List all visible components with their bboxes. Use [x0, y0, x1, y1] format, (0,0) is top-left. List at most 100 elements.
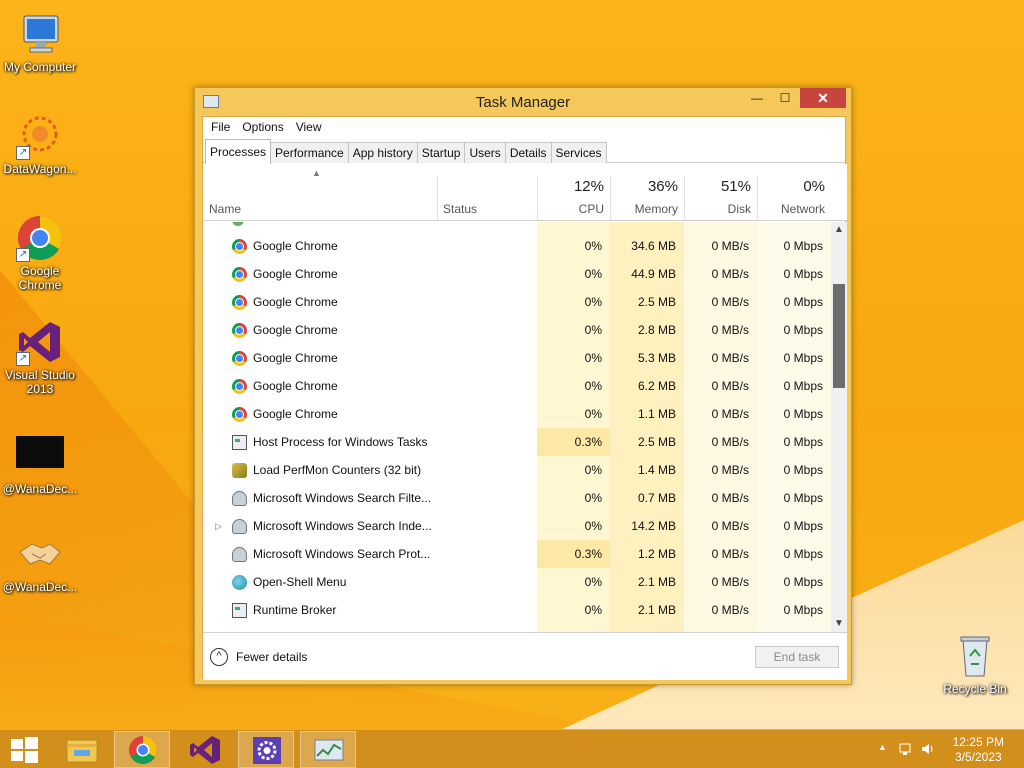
process-row[interactable]: Google Chrome 0% 2.5 MB 0 MB/s 0 Mbps — [203, 288, 831, 316]
tab-users[interactable]: Users — [464, 142, 506, 163]
memory-value: 5.3 MB — [637, 351, 676, 365]
process-row[interactable]: Microsoft Windows Search Filte... 0% 0.7 M… — [203, 484, 831, 512]
taskbar-visual-studio[interactable] — [176, 731, 232, 768]
process-list: Google Chrome 0% 34.6 MB 0 MB/s 0 Mbps Google… — [203, 222, 831, 632]
desktop-icon-recycle-bin[interactable]: Recycle Bin — [935, 632, 1015, 696]
process-row[interactable]: Google Chrome 0% 44.9 MB 0 MB/s 0 Mbps — [203, 260, 831, 288]
desktop-icon-label: My Computer — [3, 60, 77, 74]
desktop-icon-label: Google Chrome — [18, 264, 62, 292]
process-row[interactable]: Google Chrome 0% 6.2 MB 0 MB/s 0 Mbps — [203, 372, 831, 400]
scroll-up-arrow-icon[interactable]: ▲ — [831, 222, 847, 238]
volume-icon[interactable] — [920, 741, 936, 757]
taskbar-file-explorer[interactable] — [54, 731, 110, 768]
memory-value: 2.5 MB — [637, 295, 676, 309]
scroll-down-arrow-icon[interactable]: ▼ — [831, 616, 847, 632]
recycle-bin-icon — [951, 632, 999, 680]
tab-performance[interactable]: Performance — [270, 142, 349, 163]
fewer-details-link[interactable]: Fewer details — [236, 650, 307, 664]
process-name: Open-Shell Menu — [253, 575, 347, 589]
memory-value: 2.8 MB — [637, 323, 676, 337]
cpu-value: 0% — [584, 463, 602, 477]
desktop-icon-label: @WanaDec... — [2, 580, 78, 594]
desktop-icon-wanadec-1[interactable]: @WanaDec... — [0, 432, 80, 496]
process-row[interactable]: Open-Shell Menu 0% 2.1 MB 0 MB/s 0 Mbps — [203, 568, 831, 596]
chrome-icon: ↗ — [16, 214, 64, 262]
process-name: Microsoft Windows Search Prot... — [253, 547, 431, 561]
column-header-status[interactable]: Status — [437, 164, 537, 221]
process-row[interactable]: Google Chrome 0% 2.8 MB 0 MB/s 0 Mbps — [203, 316, 831, 344]
search-service-icon — [232, 519, 247, 534]
scrollbar-thumb[interactable] — [833, 284, 845, 388]
minimize-button[interactable]: — — [743, 88, 771, 108]
menu-options[interactable]: Options — [236, 117, 289, 139]
close-button[interactable]: ✕ — [800, 88, 846, 108]
network-icon[interactable] — [898, 741, 914, 757]
disk-value: 0 MB/s — [711, 323, 749, 337]
tab-services[interactable]: Services — [550, 142, 607, 163]
windows-logo-icon — [11, 737, 38, 763]
taskbar-task-manager[interactable] — [300, 731, 356, 768]
taskbar-chrome[interactable] — [114, 731, 170, 768]
shortcut-arrow-icon: ↗ — [16, 248, 30, 262]
desktop-icon-label: DataWagon... — [3, 162, 77, 176]
disk-value: 0 MB/s — [711, 463, 749, 477]
column-header-disk[interactable]: 51% Disk — [684, 164, 757, 221]
process-row[interactable]: Microsoft Windows Search Prot... 0.3% 1.2 … — [203, 540, 831, 568]
title-bar[interactable]: Task Manager — ☐ ✕ — [195, 88, 851, 116]
tab-startup[interactable]: Startup — [416, 142, 466, 163]
process-row[interactable]: Runtime Broker 0% 2.1 MB 0 MB/s 0 Mbps — [203, 596, 831, 624]
tab-details[interactable]: Details — [504, 142, 552, 163]
visual-studio-icon: ↗ — [16, 318, 64, 366]
process-name: Host Process for Windows Tasks — [253, 435, 428, 449]
process-row[interactable]: Google Chrome 0% 1.1 MB 0 MB/s 0 Mbps — [203, 400, 831, 428]
tab-app-history[interactable]: App history — [347, 142, 418, 163]
desktop-icon-my-computer[interactable]: My Computer — [0, 10, 80, 74]
menu-file[interactable]: File — [205, 117, 236, 139]
column-header-cpu[interactable]: 12% CPU — [537, 164, 610, 221]
visual-studio-icon — [190, 736, 220, 764]
menu-view[interactable]: View — [290, 117, 328, 139]
expand-arrow-icon[interactable]: ▷ — [215, 512, 222, 540]
memory-value: 14.2 MB — [631, 519, 676, 533]
desktop-icon-chrome[interactable]: ↗ Google Chrome — [0, 214, 80, 292]
chrome-icon — [232, 351, 247, 366]
tab-processes[interactable]: Processes — [205, 139, 272, 164]
cpu-value: 0.3% — [574, 547, 602, 561]
menu-bar: File Options View — [203, 117, 845, 139]
cpu-value: 0.3% — [574, 435, 602, 449]
desktop-icon-visual-studio[interactable]: ↗ Visual Studio 2013 — [0, 318, 80, 396]
process-row[interactable]: ▷ Microsoft Windows Search Inde... 0% 14.2 … — [203, 512, 831, 540]
process-name: Microsoft Windows Search Filte... — [253, 491, 432, 505]
network-value: 0 Mbps — [783, 603, 823, 617]
network-value: 0 Mbps — [783, 267, 823, 281]
black-window-icon — [16, 432, 64, 480]
process-name: Load PerfMon Counters (32 bit) — [253, 463, 422, 477]
process-row[interactable]: Google Chrome 0% 34.6 MB 0 MB/s 0 Mbps — [203, 232, 831, 260]
column-header-network[interactable]: 0% Network — [757, 164, 831, 221]
network-value: 0 Mbps — [783, 351, 823, 365]
chevron-up-icon[interactable]: ^ — [210, 648, 228, 666]
process-row[interactable]: Load PerfMon Counters (32 bit) 0% 1.4 MB 0 … — [203, 456, 831, 484]
start-button[interactable] — [0, 731, 48, 768]
clock[interactable]: 12:25 PM 3/5/2023 — [953, 735, 1004, 765]
column-header-memory[interactable]: 36% Memory — [610, 164, 684, 221]
column-header-name[interactable]: Name — [203, 164, 437, 221]
disk-value: 0 MB/s — [711, 267, 749, 281]
cpu-value: 0% — [584, 239, 602, 253]
taskbar-settings[interactable] — [238, 731, 294, 768]
cpu-value: 0% — [584, 379, 602, 393]
desktop-icon-wanadec-2[interactable]: @WanaDec... — [0, 530, 80, 594]
chrome-icon — [232, 239, 247, 254]
process-row[interactable]: Google Chrome 0% 5.3 MB 0 MB/s 0 Mbps — [203, 344, 831, 372]
maximize-button[interactable]: ☐ — [771, 88, 799, 108]
end-task-button[interactable]: End task — [755, 646, 839, 668]
vertical-scrollbar[interactable]: ▲ ▼ — [831, 222, 847, 632]
desktop-icon-datawagon[interactable]: ↗ DataWagon... — [0, 112, 80, 176]
process-row[interactable]: Host Process for Windows Tasks 0.3% 2.5 MB… — [203, 428, 831, 456]
process-name: Microsoft Windows Search Inde... — [253, 519, 432, 533]
show-hidden-icons-chevron-icon[interactable]: ▲ — [878, 742, 887, 752]
handshake-icon — [16, 530, 64, 578]
cpu-value: 0% — [584, 519, 602, 533]
memory-total-percent: 36% — [647, 178, 678, 195]
process-name: Google Chrome — [253, 407, 338, 421]
